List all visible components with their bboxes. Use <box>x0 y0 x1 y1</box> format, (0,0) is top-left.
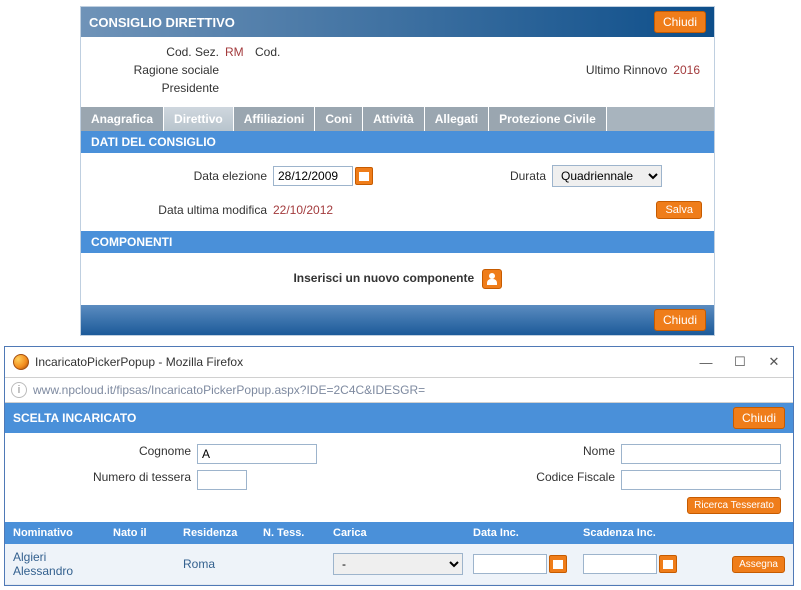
cf-input[interactable] <box>621 470 781 490</box>
scelta-incaricato-header: SCELTA INCARICATO Chiudi <box>5 403 793 433</box>
data-ultima-modifica-value: 22/10/2012 <box>273 203 333 217</box>
col-carica: Carica <box>329 525 469 541</box>
window-close-button[interactable]: ✕ <box>757 351 791 373</box>
data-elezione-input[interactable] <box>273 166 353 186</box>
dati-consiglio-body: Data elezione Durata Quadriennale Data u… <box>81 153 714 231</box>
ultimo-rinnovo-label: Ultimo Rinnovo <box>586 63 673 77</box>
cognome-input[interactable] <box>197 444 317 464</box>
col-ntess: N. Tess. <box>259 525 329 541</box>
ricerca-tesserato-button[interactable]: Ricerca Tesserato <box>687 497 781 514</box>
data-inc-input[interactable] <box>473 554 547 574</box>
panel-header: CONSIGLIO DIRETTIVO Chiudi <box>81 7 714 37</box>
add-person-icon[interactable] <box>482 269 502 289</box>
dati-consiglio-header: DATI DEL CONSIGLIO <box>81 131 714 153</box>
tab-allegati[interactable]: Allegati <box>425 107 489 131</box>
firefox-icon <box>13 354 29 370</box>
address-bar: i www.npcloud.it/fipsas/IncaricatoPicker… <box>5 378 793 403</box>
popup-window: IncaricatoPickerPopup - Mozilla Firefox … <box>4 346 794 586</box>
col-nato-il: Nato il <box>109 525 179 541</box>
salva-button[interactable]: Salva <box>656 201 702 219</box>
durata-label: Durata <box>492 169 552 183</box>
tabs: Anagrafica Direttivo Affiliazioni Coni A… <box>81 107 714 131</box>
close-button[interactable]: Chiudi <box>654 11 706 33</box>
consiglio-direttivo-panel: CONSIGLIO DIRETTIVO Chiudi Cod. Sez. RM … <box>80 6 715 336</box>
url-text[interactable]: www.npcloud.it/fipsas/IncaricatoPickerPo… <box>33 383 425 397</box>
panel-footer: Chiudi <box>81 305 714 335</box>
summary-block: Cod. Sez. RM Cod. Ragione sociale Ultimo… <box>81 37 714 107</box>
col-residenza: Residenza <box>179 525 259 541</box>
scadenza-inc-input[interactable] <box>583 554 657 574</box>
ragione-sociale-label: Ragione sociale <box>95 63 225 77</box>
cod-label: Cod. <box>255 45 280 59</box>
cf-label: Codice Fiscale <box>511 470 621 490</box>
cell-residenza: Roma <box>179 555 259 573</box>
info-icon[interactable]: i <box>11 382 27 398</box>
maximize-button[interactable]: ☐ <box>723 351 757 373</box>
ultimo-rinnovo-value: 2016 <box>673 63 700 77</box>
tab-affiliazioni[interactable]: Affiliazioni <box>234 107 316 131</box>
window-titlebar: IncaricatoPickerPopup - Mozilla Firefox … <box>5 347 793 378</box>
componenti-body: Inserisci un nuovo componente <box>81 253 714 305</box>
durata-select[interactable]: Quadriennale <box>552 165 662 187</box>
cell-carica: - <box>329 551 469 577</box>
presidente-label: Presidente <box>95 81 225 95</box>
results-table-header: Nominativo Nato il Residenza N. Tess. Ca… <box>5 522 793 544</box>
tab-direttivo[interactable]: Direttivo <box>164 107 234 131</box>
insert-component-label: Inserisci un nuovo componente <box>293 271 474 285</box>
assegna-button[interactable]: Assegna <box>732 556 785 573</box>
carica-select[interactable]: - <box>333 553 463 575</box>
panel-title: CONSIGLIO DIRETTIVO <box>89 15 235 30</box>
scelta-incaricato-title: SCELTA INCARICATO <box>13 411 136 425</box>
cell-ntess <box>259 562 329 566</box>
tab-anagrafica[interactable]: Anagrafica <box>81 107 164 131</box>
data-ultima-modifica-label: Data ultima modifica <box>93 203 273 217</box>
cell-scadenza-inc: Assegna <box>579 552 789 576</box>
calendar-icon[interactable] <box>355 167 373 185</box>
table-row: Algieri Alessandro Roma - Assegna <box>5 544 793 585</box>
tab-protezione-civile[interactable]: Protezione Civile <box>489 107 607 131</box>
col-data-inc: Data Inc. <box>469 525 579 541</box>
cognome-label: Cognome <box>17 444 197 464</box>
col-scadenza-inc: Scadenza Inc. <box>579 525 789 541</box>
nome-label: Nome <box>561 444 621 464</box>
search-area: Cognome Nome Numero di tessera Codice Fi… <box>5 433 793 522</box>
window-title: IncaricatoPickerPopup - Mozilla Firefox <box>35 355 689 369</box>
nome-input[interactable] <box>621 444 781 464</box>
minimize-button[interactable]: — <box>689 351 723 373</box>
data-elezione-label: Data elezione <box>93 169 273 183</box>
footer-close-button[interactable]: Chiudi <box>654 309 706 331</box>
cell-nominativo: Algieri Alessandro <box>9 548 109 580</box>
calendar-icon[interactable] <box>659 555 677 573</box>
popup-close-button[interactable]: Chiudi <box>733 407 785 429</box>
tessera-label: Numero di tessera <box>17 470 197 490</box>
tessera-input[interactable] <box>197 470 247 490</box>
cod-sez-value: RM <box>225 45 255 59</box>
tab-attivita[interactable]: Attività <box>363 107 425 131</box>
componenti-header: COMPONENTI <box>81 231 714 253</box>
col-nominativo: Nominativo <box>9 525 109 541</box>
calendar-icon[interactable] <box>549 555 567 573</box>
cod-sez-label: Cod. Sez. <box>95 45 225 59</box>
cell-data-inc <box>469 552 579 576</box>
cell-nato <box>109 562 179 566</box>
tab-coni[interactable]: Coni <box>315 107 363 131</box>
